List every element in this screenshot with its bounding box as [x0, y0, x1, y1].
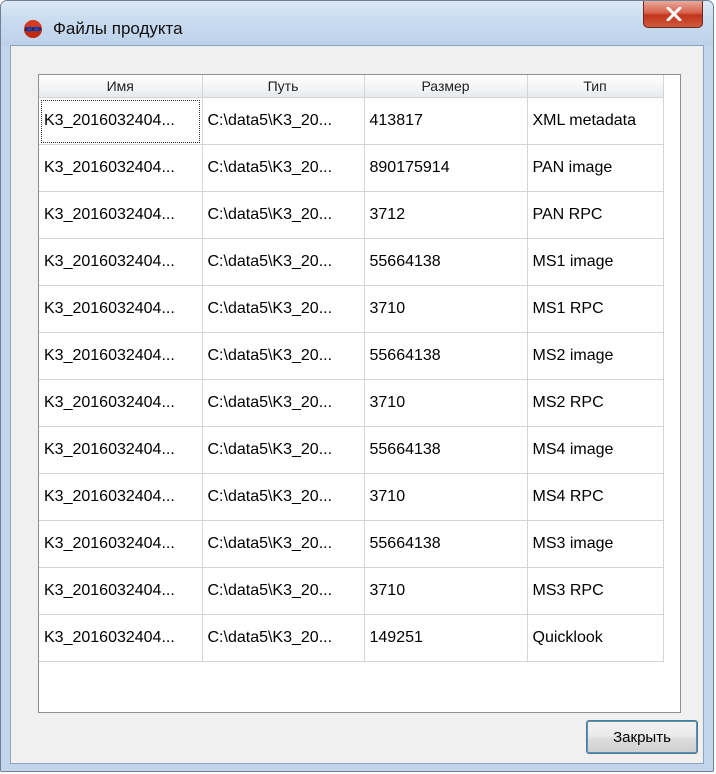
- title-bar[interactable]: Файлы продукта: [1, 1, 713, 45]
- column-header-size[interactable]: Размер: [364, 75, 528, 98]
- cell-type[interactable]: XML metadata: [527, 97, 664, 145]
- files-table: Имя Путь Размер Тип K3_2016032404... C:\…: [39, 75, 664, 662]
- table-row[interactable]: K3_2016032404... C:\data5\K3_20... 55664…: [39, 332, 664, 380]
- cell-size[interactable]: 55664138: [364, 520, 528, 568]
- table-row[interactable]: K3_2016032404... C:\data5\K3_20... 3710 …: [39, 567, 664, 615]
- column-header-path[interactable]: Путь: [202, 75, 365, 98]
- cell-path[interactable]: C:\data5\K3_20...: [202, 332, 365, 380]
- files-table-container[interactable]: Имя Путь Размер Тип K3_2016032404... C:\…: [38, 74, 681, 713]
- cell-name[interactable]: K3_2016032404...: [39, 97, 203, 145]
- cell-size[interactable]: 149251: [364, 614, 528, 662]
- column-header-type[interactable]: Тип: [527, 75, 664, 98]
- cell-type[interactable]: MS2 RPC: [527, 379, 664, 427]
- cell-path[interactable]: C:\data5\K3_20...: [202, 238, 365, 286]
- cell-type[interactable]: MS3 RPC: [527, 567, 664, 615]
- close-x-icon: [666, 7, 682, 21]
- cell-type[interactable]: MS3 image: [527, 520, 664, 568]
- cell-type[interactable]: MS1 image: [527, 238, 664, 286]
- product-files-dialog: Файлы продукта Имя Путь Размер Тип K3_20…: [0, 0, 714, 772]
- cell-size[interactable]: 55664138: [364, 332, 528, 380]
- cell-path[interactable]: C:\data5\K3_20...: [202, 426, 365, 474]
- cell-type[interactable]: MS4 image: [527, 426, 664, 474]
- window-title: Файлы продукта: [53, 19, 183, 38]
- cell-path[interactable]: C:\data5\K3_20...: [202, 473, 365, 521]
- cell-name[interactable]: K3_2016032404...: [39, 379, 203, 427]
- cell-path[interactable]: C:\data5\K3_20...: [202, 285, 365, 333]
- cell-name[interactable]: K3_2016032404...: [39, 238, 203, 286]
- cell-path[interactable]: C:\data5\K3_20...: [202, 614, 365, 662]
- cell-path[interactable]: C:\data5\K3_20...: [202, 144, 365, 192]
- table-row[interactable]: K3_2016032404... C:\data5\K3_20... 3712 …: [39, 191, 664, 239]
- app-logo-icon: [24, 20, 42, 38]
- cell-type[interactable]: PAN RPC: [527, 191, 664, 239]
- close-button[interactable]: Закрыть: [586, 720, 698, 754]
- cell-name[interactable]: K3_2016032404...: [39, 144, 203, 192]
- window-close-button[interactable]: [643, 1, 703, 28]
- cell-name[interactable]: K3_2016032404...: [39, 285, 203, 333]
- table-row[interactable]: K3_2016032404... C:\data5\K3_20... 55664…: [39, 426, 664, 474]
- cell-name[interactable]: K3_2016032404...: [39, 614, 203, 662]
- cell-size[interactable]: 3710: [364, 473, 528, 521]
- dialog-content: Имя Путь Размер Тип K3_2016032404... C:\…: [10, 45, 704, 764]
- cell-path[interactable]: C:\data5\K3_20...: [202, 567, 365, 615]
- table-row[interactable]: K3_2016032404... C:\data5\K3_20... 55664…: [39, 520, 664, 568]
- table-row[interactable]: K3_2016032404... C:\data5\K3_20... 3710 …: [39, 379, 664, 427]
- column-header-name[interactable]: Имя: [39, 75, 203, 98]
- cell-size[interactable]: 413817: [364, 97, 528, 145]
- table-row[interactable]: K3_2016032404... C:\data5\K3_20... 41381…: [39, 97, 664, 145]
- cell-path[interactable]: C:\data5\K3_20...: [202, 97, 365, 145]
- cell-size[interactable]: 55664138: [364, 426, 528, 474]
- cell-path[interactable]: C:\data5\K3_20...: [202, 191, 365, 239]
- cell-name[interactable]: K3_2016032404...: [39, 332, 203, 380]
- table-row[interactable]: K3_2016032404... C:\data5\K3_20... 14925…: [39, 614, 664, 662]
- cell-size[interactable]: 3710: [364, 567, 528, 615]
- table-row[interactable]: K3_2016032404... C:\data5\K3_20... 3710 …: [39, 473, 664, 521]
- table-header-row: Имя Путь Размер Тип: [39, 75, 664, 98]
- table-row[interactable]: K3_2016032404... C:\data5\K3_20... 55664…: [39, 238, 664, 286]
- cell-name[interactable]: K3_2016032404...: [39, 473, 203, 521]
- cell-name[interactable]: K3_2016032404...: [39, 520, 203, 568]
- cell-size[interactable]: 3710: [364, 379, 528, 427]
- cell-type[interactable]: MS2 image: [527, 332, 664, 380]
- cell-type[interactable]: PAN image: [527, 144, 664, 192]
- cell-type[interactable]: MS1 RPC: [527, 285, 664, 333]
- cell-size[interactable]: 890175914: [364, 144, 528, 192]
- cell-type[interactable]: Quicklook: [527, 614, 664, 662]
- cell-size[interactable]: 3710: [364, 285, 528, 333]
- cell-name[interactable]: K3_2016032404...: [39, 567, 203, 615]
- cell-size[interactable]: 3712: [364, 191, 528, 239]
- cell-path[interactable]: C:\data5\K3_20...: [202, 520, 365, 568]
- cell-path[interactable]: C:\data5\K3_20...: [202, 379, 365, 427]
- cell-name[interactable]: K3_2016032404...: [39, 191, 203, 239]
- table-row[interactable]: K3_2016032404... C:\data5\K3_20... 3710 …: [39, 285, 664, 333]
- cell-name[interactable]: K3_2016032404...: [39, 426, 203, 474]
- cell-size[interactable]: 55664138: [364, 238, 528, 286]
- table-row[interactable]: K3_2016032404... C:\data5\K3_20... 89017…: [39, 144, 664, 192]
- cell-type[interactable]: MS4 RPC: [527, 473, 664, 521]
